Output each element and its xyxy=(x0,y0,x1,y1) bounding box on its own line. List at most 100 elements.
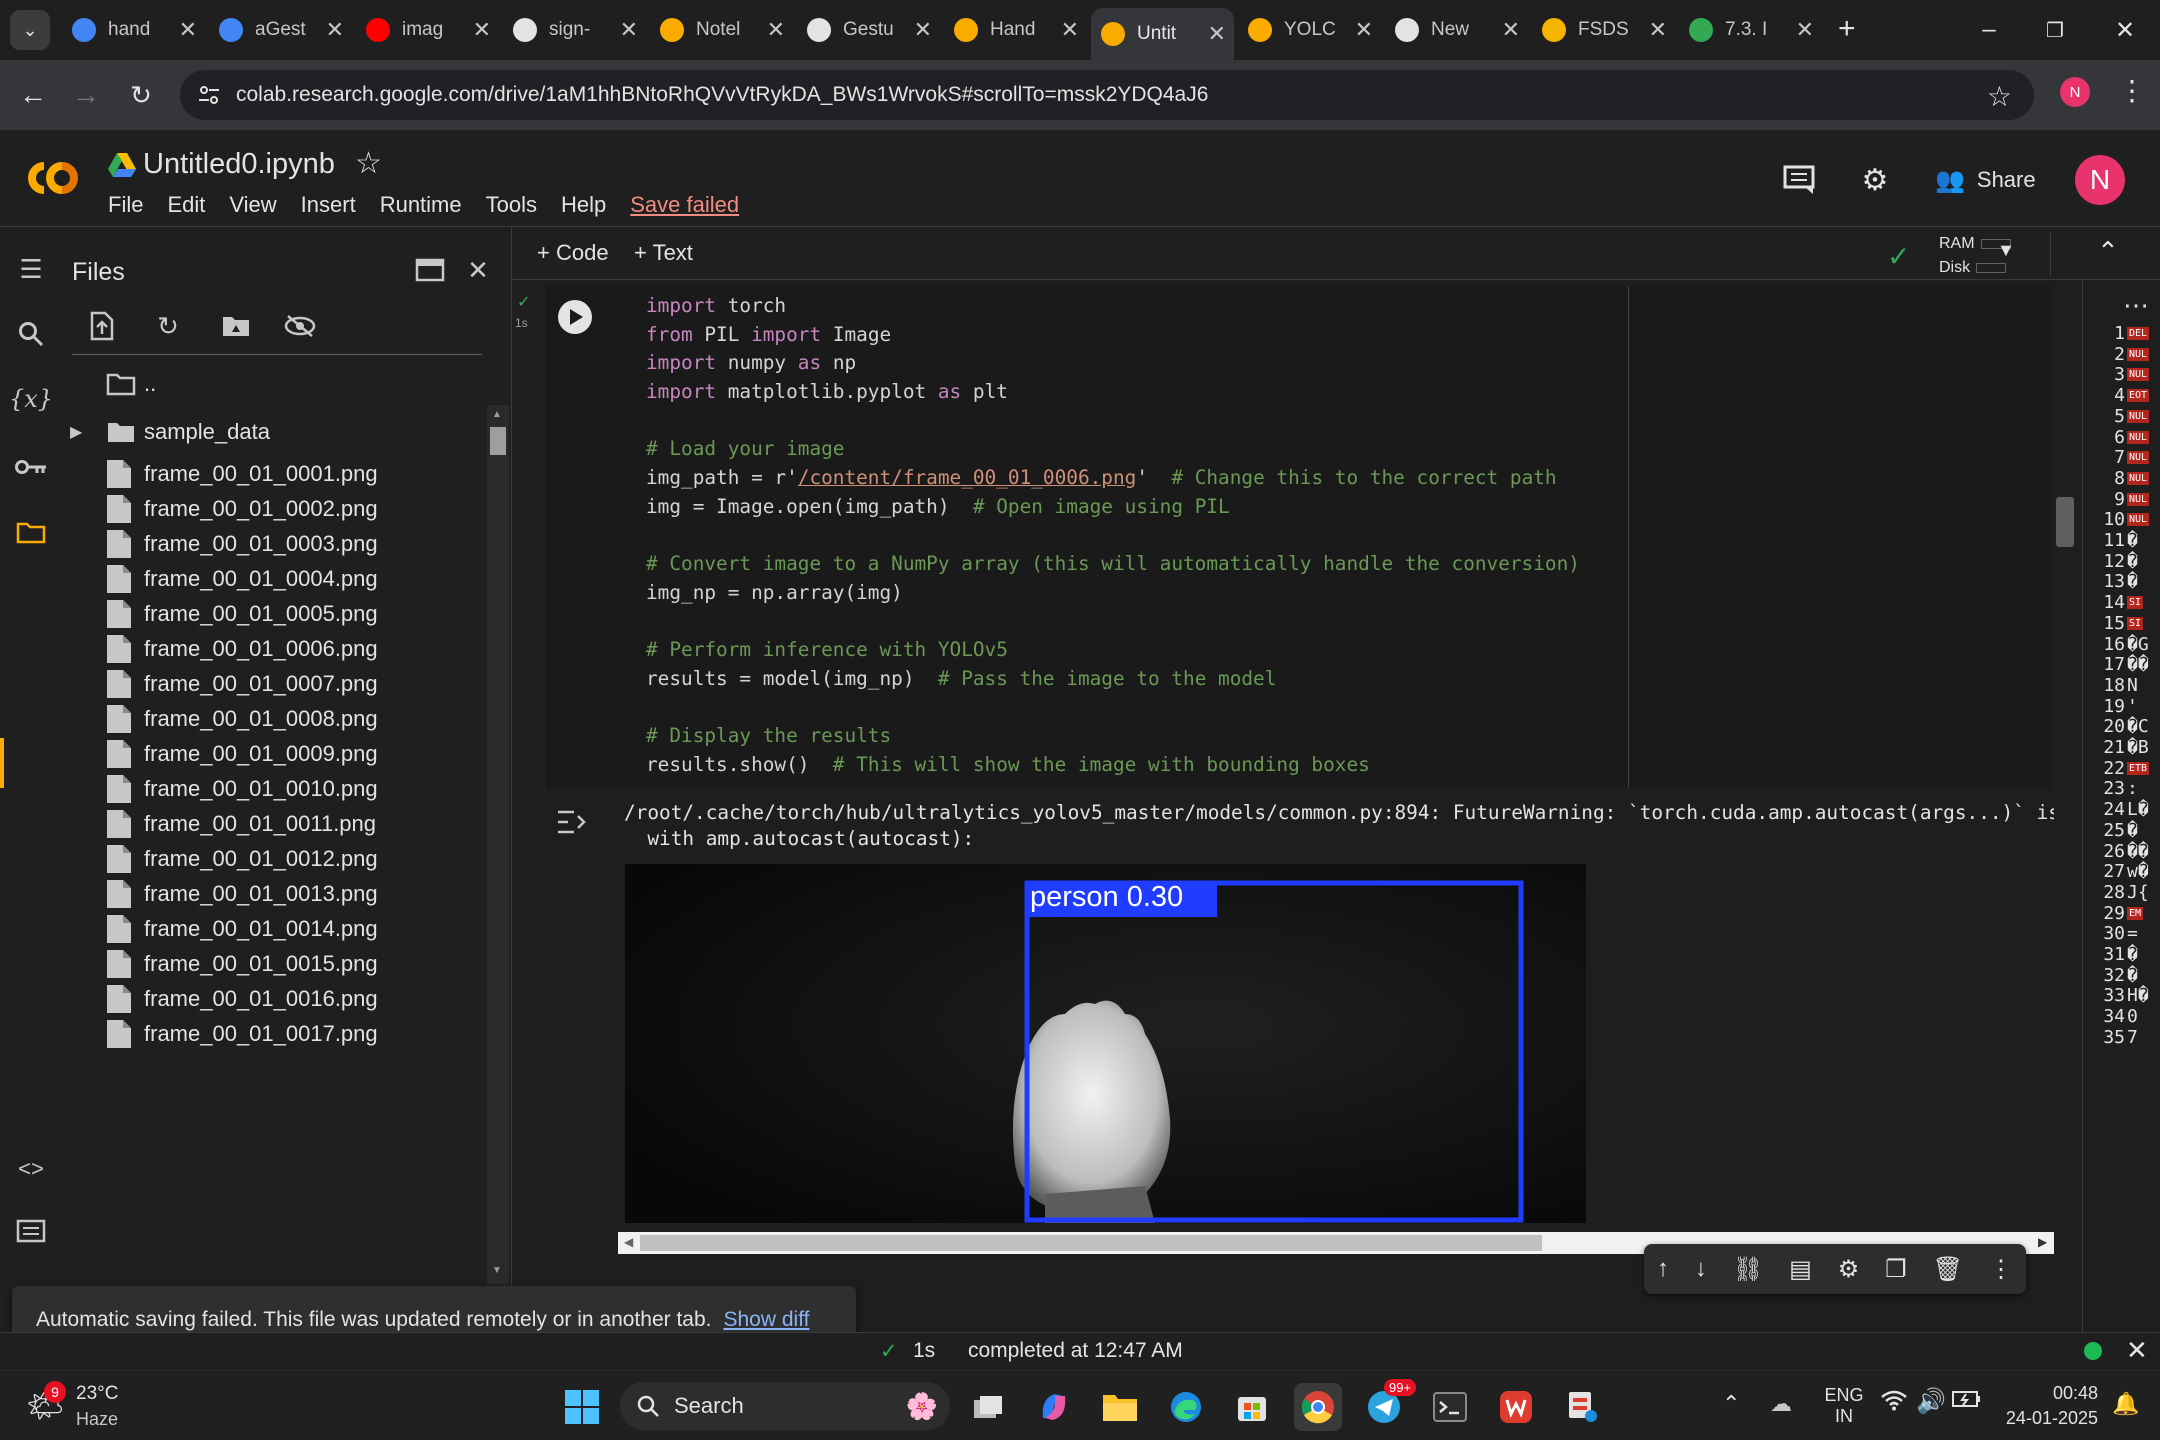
tab-0[interactable]: hand ✕ xyxy=(62,10,205,50)
notification-bell-icon[interactable]: 🔔 xyxy=(2112,1391,2139,1417)
notebook-scrollbar[interactable] xyxy=(2054,282,2076,1332)
share-button[interactable]: 👥 Share xyxy=(1935,160,2036,200)
settings-gear-icon[interactable]: ⚙ xyxy=(1838,1255,1860,1284)
close-tab-icon[interactable]: ✕ xyxy=(1061,17,1079,43)
close-tab-icon[interactable]: ✕ xyxy=(1796,17,1814,43)
tab-2[interactable]: imag ✕ xyxy=(356,10,499,50)
star-icon[interactable]: ☆ xyxy=(355,146,382,181)
terminal-icon[interactable] xyxy=(1426,1383,1474,1431)
mount-drive-icon[interactable] xyxy=(216,306,256,346)
menu-tools[interactable]: Tools xyxy=(486,192,537,218)
parent-directory-row[interactable]: .. xyxy=(62,360,482,408)
clock[interactable]: 00:48 24-01-2025 xyxy=(2000,1383,2098,1429)
add-text-button[interactable]: + Text xyxy=(634,240,693,266)
weather-widget[interactable]: 🌤 9 xyxy=(26,1381,66,1425)
file-row[interactable]: frame_00_01_0001.png xyxy=(62,456,482,491)
link-icon[interactable]: ⛓ xyxy=(1733,1255,1763,1284)
mirror-cell-icon[interactable]: ❐ xyxy=(1885,1255,1907,1284)
file-row[interactable]: frame_00_01_0011.png xyxy=(62,806,482,841)
wifi-icon[interactable] xyxy=(1880,1389,1908,1418)
onedrive-icon[interactable]: ☁ xyxy=(1770,1391,1792,1417)
file-row[interactable]: frame_00_01_0006.png xyxy=(62,631,482,666)
menu-runtime[interactable]: Runtime xyxy=(380,192,462,218)
file-row[interactable]: frame_00_01_0002.png xyxy=(62,491,482,526)
windows-start-icon[interactable] xyxy=(558,1383,606,1431)
address-bar[interactable]: colab.research.google.com/drive/1aM1hhBN… xyxy=(180,70,2034,120)
back-button[interactable]: ← xyxy=(12,74,54,116)
close-tab-icon[interactable]: ✕ xyxy=(1355,17,1373,43)
profile-avatar[interactable]: N xyxy=(2060,77,2090,107)
secrets-key-icon[interactable] xyxy=(10,446,52,488)
tab-10[interactable]: FSDS ✕ xyxy=(1532,10,1675,50)
copilot-icon[interactable] xyxy=(1030,1383,1078,1431)
show-diff-link[interactable]: Show diff xyxy=(723,1308,809,1332)
file-row[interactable]: frame_00_01_0004.png xyxy=(62,561,482,596)
close-status-icon[interactable]: ✕ xyxy=(2126,1335,2148,1366)
site-settings-icon[interactable] xyxy=(198,84,220,106)
save-failed-link[interactable]: Save failed xyxy=(630,192,739,218)
refresh-icon[interactable]: ↻ xyxy=(148,306,188,346)
menu-help[interactable]: Help xyxy=(561,192,606,218)
scroll-down-arrow-icon[interactable]: ▼ xyxy=(492,1265,502,1276)
collapse-header-icon[interactable]: ⌃ xyxy=(2097,236,2119,267)
file-row[interactable]: frame_00_01_0005.png xyxy=(62,596,482,631)
files-folder-icon[interactable] xyxy=(10,511,52,553)
comment-icon[interactable]: ▤ xyxy=(1789,1255,1812,1284)
runtime-dropdown-icon[interactable]: ▼ xyxy=(1997,240,2015,261)
reload-button[interactable]: ↻ xyxy=(120,74,162,116)
scroll-up-arrow-icon[interactable]: ▲ xyxy=(492,409,502,420)
close-tab-icon[interactable]: ✕ xyxy=(767,17,785,43)
url-text[interactable]: colab.research.google.com/drive/1aM1hhBN… xyxy=(236,83,1208,107)
file-explorer-icon[interactable] xyxy=(1096,1383,1144,1431)
new-tab-button[interactable]: + xyxy=(1838,12,1856,46)
telegram-icon[interactable]: 99+ xyxy=(1360,1379,1417,1431)
tab-3[interactable]: sign- ✕ xyxy=(503,10,646,50)
scroll-right-arrow-icon[interactable]: ▶ xyxy=(2038,1235,2047,1249)
search-icon[interactable] xyxy=(10,313,52,355)
battery-icon[interactable] xyxy=(1952,1389,1982,1415)
bookmark-star-icon[interactable]: ☆ xyxy=(1987,80,2012,113)
file-row[interactable]: frame_00_01_0014.png xyxy=(62,911,482,946)
notebook-title[interactable]: Untitled0.ipynb xyxy=(143,148,335,181)
folder-row-sample-data[interactable]: ▶ sample_data xyxy=(62,408,482,456)
file-row[interactable]: frame_00_01_0017.png xyxy=(62,1016,482,1051)
tab-7[interactable]: Untit ✕ xyxy=(1091,8,1234,60)
account-avatar[interactable]: N xyxy=(2075,155,2125,205)
tab-9[interactable]: New ✕ xyxy=(1385,10,1528,50)
taskbar-search[interactable]: Search 🌸 xyxy=(620,1382,950,1430)
move-down-icon[interactable]: ↓ xyxy=(1695,1255,1707,1283)
file-row[interactable]: frame_00_01_0009.png xyxy=(62,736,482,771)
chrome-icon[interactable] xyxy=(1294,1383,1342,1431)
close-tab-icon[interactable]: ✕ xyxy=(1502,17,1520,43)
code-snippets-icon[interactable]: <> xyxy=(10,1148,52,1190)
scrollbar-thumb[interactable] xyxy=(490,427,506,455)
snipping-tool-icon[interactable] xyxy=(1558,1383,1606,1431)
tab-6[interactable]: Hand ✕ xyxy=(944,10,1087,50)
restore-button[interactable]: ❐ xyxy=(2030,10,2080,50)
expand-arrow-icon[interactable]: ▶ xyxy=(70,422,82,442)
close-tab-icon[interactable]: ✕ xyxy=(326,17,344,43)
code-editor[interactable]: import torch from PIL import Image import … xyxy=(646,292,1580,780)
move-up-icon[interactable]: ↑ xyxy=(1657,1255,1669,1283)
tab-8[interactable]: YOLC ✕ xyxy=(1238,10,1381,50)
add-code-button[interactable]: + Code xyxy=(537,240,609,266)
variables-icon[interactable]: {x} xyxy=(9,378,53,420)
file-row[interactable]: frame_00_01_0016.png xyxy=(62,981,482,1016)
minimize-button[interactable]: – xyxy=(1964,10,2014,50)
file-row[interactable]: frame_00_01_0010.png xyxy=(62,771,482,806)
close-panel-icon[interactable]: ✕ xyxy=(458,250,498,290)
command-palette-icon[interactable] xyxy=(10,1210,52,1252)
chrome-menu-icon[interactable]: ⋮ xyxy=(2118,74,2146,107)
close-tab-icon[interactable]: ✕ xyxy=(620,17,638,43)
menu-file[interactable]: File xyxy=(108,192,143,218)
tab-11[interactable]: 7.3. I ✕ xyxy=(1679,10,1822,50)
open-in-window-icon[interactable] xyxy=(410,250,450,290)
hide-files-eye-icon[interactable] xyxy=(280,306,320,346)
scrollbar-thumb[interactable] xyxy=(2056,497,2074,547)
code-cell[interactable]: import torch from PIL import Image import … xyxy=(546,286,2052,788)
file-row[interactable]: frame_00_01_0003.png xyxy=(62,526,482,561)
tab-5[interactable]: Gestu ✕ xyxy=(797,10,940,50)
tab-1[interactable]: aGest ✕ xyxy=(209,10,352,50)
close-tab-icon[interactable]: ✕ xyxy=(1649,17,1667,43)
tab-search-button[interactable]: ⌄ xyxy=(10,10,50,50)
